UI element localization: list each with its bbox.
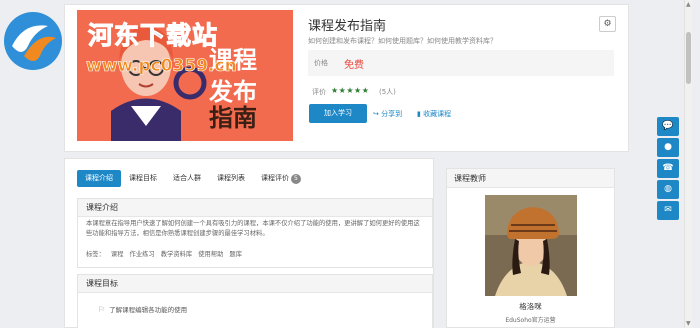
tab-intro[interactable]: 课程介绍: [77, 170, 121, 187]
favorite-link[interactable]: ▮ 收藏课程: [417, 109, 451, 119]
page-scrollbar[interactable]: ▲ ▼: [684, 0, 692, 328]
tag-link[interactable]: 作业练习: [130, 251, 155, 258]
tab-label: 适合人群: [173, 174, 201, 182]
intro-card: 课程介绍 本课程意在指导用户快速了解如何创建一个具有吸引力的课程，本课不仅介绍了…: [77, 198, 433, 268]
cover-text-3: 指南: [209, 104, 257, 132]
tab-goals[interactable]: 课程目标: [121, 170, 165, 187]
teacher-heading: 课程教师: [447, 169, 614, 188]
qq-icon: ●: [664, 142, 672, 152]
course-subtitle: 如何创建和发布课程？如何使用题库？如何使用教学资料库？: [308, 37, 497, 45]
goal-item: ⚐ 了解课程编辑各功能的使用: [98, 304, 187, 314]
tags-label: 标签：: [86, 251, 105, 258]
price-label: 价格: [314, 59, 328, 67]
watermark-site-name: 河东下载站: [87, 21, 219, 51]
bookmark-icon: ▮: [417, 110, 421, 118]
intro-text: 本课程意在指导用户快速了解如何创建一个具有吸引力的课程，本课不仅介绍了功能的使用…: [86, 220, 420, 237]
rating-stars: ★★★★★: [331, 86, 370, 95]
phone-button[interactable]: ☎: [657, 159, 679, 178]
tag-link[interactable]: 教学资料库: [161, 251, 192, 258]
share-link[interactable]: ↪ 分享到: [373, 109, 402, 119]
review-count-badge: 5: [291, 174, 301, 184]
chat-button[interactable]: 💬: [657, 117, 679, 136]
share-label: 分享到: [381, 110, 403, 118]
tags-row: 标签： 课程 作业练习 教学资料库 使用帮助 题库: [86, 249, 246, 258]
teacher-avatar[interactable]: [485, 195, 577, 296]
mail-icon: ✉: [664, 205, 672, 215]
course-title: 课程发布指南: [308, 19, 387, 34]
chat-icon: 💬: [662, 121, 674, 131]
tab-label: 课程目标: [129, 174, 157, 182]
goal-text: 了解课程编辑各功能的使用: [109, 306, 188, 314]
tag-link[interactable]: 课程: [111, 251, 124, 258]
flag-icon: ⚐: [98, 305, 106, 314]
tab-label: 课程介绍: [85, 174, 113, 182]
mail-button[interactable]: ✉: [657, 201, 679, 220]
teacher-photo-image: [485, 195, 577, 296]
price-value: 免费: [344, 60, 364, 71]
course-content-panel: 课程介绍 课程目标 适合人群 课程列表 课程评价 5 课程介绍 本课程意在指导用户…: [64, 158, 434, 334]
tab-reviews[interactable]: 课程评价 5: [253, 170, 309, 187]
share-icon: ↪: [373, 110, 379, 118]
watermark-url: www.pc0359.cn: [86, 56, 237, 77]
intro-heading: 课程介绍: [78, 199, 432, 217]
course-tabs: 课程介绍 课程目标 适合人群 课程列表 课程评价 5: [77, 170, 309, 187]
join-course-button[interactable]: 加入学习: [309, 104, 367, 123]
tab-label: 课程评价: [261, 174, 289, 182]
rating-label: 评价: [312, 88, 326, 96]
tag-link[interactable]: 使用帮助: [198, 251, 223, 258]
scroll-thumb[interactable]: [686, 32, 691, 84]
goals-heading: 课程目标: [78, 275, 432, 293]
river-logo-icon: [4, 12, 62, 70]
qq-button[interactable]: ●: [657, 138, 679, 157]
wechat-icon: ◍: [664, 184, 672, 194]
wechat-button[interactable]: ◍: [657, 180, 679, 199]
tag-link[interactable]: 题库: [229, 251, 242, 258]
gear-icon: ⚙: [603, 19, 612, 29]
price-box: 价格 免费: [308, 50, 614, 76]
scroll-down-icon[interactable]: ▼: [686, 320, 691, 327]
settings-button[interactable]: ⚙: [599, 16, 616, 32]
teacher-org: EduSoho官方运营: [505, 317, 556, 324]
goals-card: 课程目标 ⚐ 了解课程编辑各功能的使用: [77, 274, 433, 334]
scroll-up-icon[interactable]: ▲: [686, 1, 691, 8]
teacher-panel: 课程教师 格洛咪 EduSoho官方运营: [446, 168, 615, 328]
favorite-label: 收藏课程: [423, 110, 452, 118]
tab-lessons[interactable]: 课程列表: [209, 170, 253, 187]
floating-toolbar: 💬 ● ☎ ◍ ✉: [657, 117, 679, 222]
window-bottom-edge: [0, 328, 700, 334]
teacher-name[interactable]: 格洛咪: [447, 301, 614, 312]
rating-count: (5人): [379, 88, 396, 96]
phone-icon: ☎: [662, 163, 674, 173]
tab-label: 课程列表: [217, 174, 245, 182]
tab-audience[interactable]: 适合人群: [165, 170, 209, 187]
